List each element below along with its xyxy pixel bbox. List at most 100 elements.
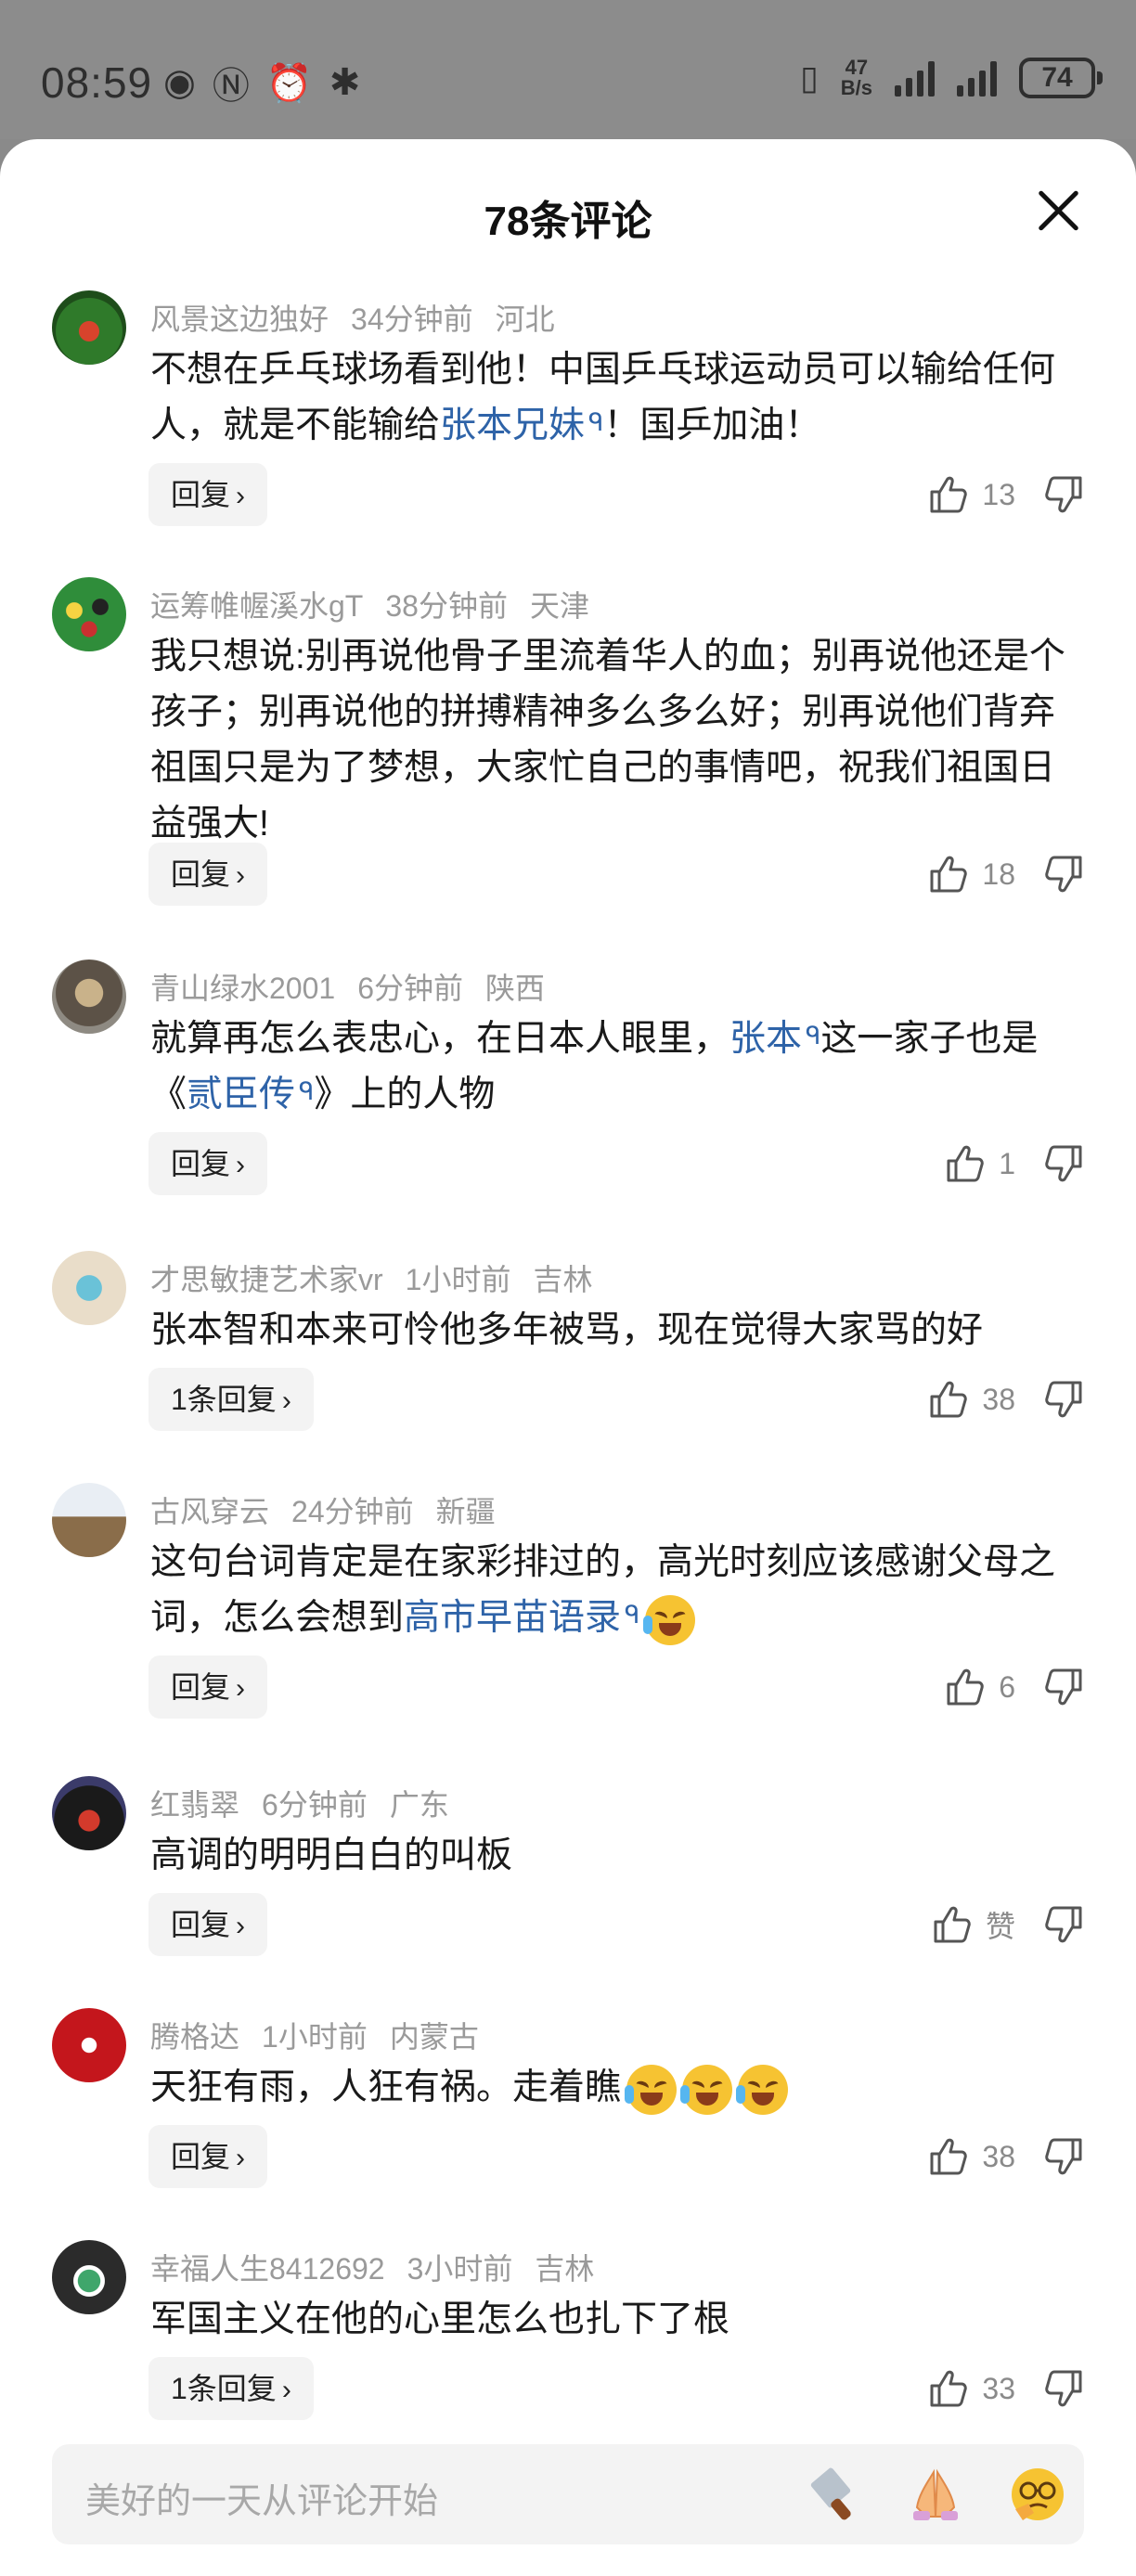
reply-button[interactable]: 1条回复 ›	[148, 2357, 314, 2420]
crying-laughing-emoji	[643, 1594, 696, 1645]
thumbs-down-icon[interactable]	[1043, 1379, 1084, 1420]
avatar[interactable]	[52, 960, 126, 1034]
comment-time: 6分钟前	[357, 972, 464, 1005]
like-count: 38	[982, 2139, 1015, 2173]
comment-text: 张本智和本来可怜他多年被骂，现在觉得大家骂的好	[150, 1310, 984, 1350]
comment-location: 天津	[529, 589, 589, 623]
thumbs-up-icon	[928, 854, 969, 895]
knife-emoji[interactable]	[804, 2465, 863, 2524]
like-button[interactable]: 38	[928, 2125, 1015, 2188]
thumbs-up-icon	[928, 2368, 969, 2409]
comment-text: 天狂有雨，人狂有祸。走着瞧	[150, 2060, 1088, 2116]
username[interactable]: 风景这边独好	[150, 303, 329, 336]
comment-time: 38分钟前	[385, 589, 508, 623]
like-count: 13	[982, 477, 1015, 511]
comment-time: 34分钟前	[351, 303, 473, 336]
pray-emoji[interactable]	[906, 2465, 965, 2524]
like-button[interactable]: 33	[928, 2357, 1015, 2420]
like-count: 38	[982, 1382, 1015, 1416]
like-button[interactable]: 18	[928, 843, 1015, 906]
reply-button[interactable]: 回复 ›	[148, 1132, 268, 1195]
like-button[interactable]: 38	[928, 1368, 1015, 1431]
search-link[interactable]: 张本兄妹	[440, 406, 585, 445]
nfc-icon: Ⓝ	[212, 66, 250, 107]
like-label: 赞	[985, 1910, 1015, 1943]
comment-location: 内蒙古	[389, 2020, 479, 2054]
thumbs-down-icon[interactable]	[1043, 1667, 1084, 1707]
username[interactable]: 青山绿水2001	[150, 972, 335, 1005]
thumbs-down-icon[interactable]	[1043, 474, 1084, 515]
signal-icon-2	[957, 59, 997, 97]
avatar[interactable]	[52, 1776, 126, 1850]
comment-meta: 风景这边独好 34分钟前 河北	[150, 296, 577, 339]
username[interactable]: 幸福人生8412692	[150, 2252, 385, 2286]
reply-button[interactable]: 1条回复 ›	[148, 1368, 314, 1431]
status-right-icons: ▯ 47 B/s 74	[800, 56, 1103, 99]
like-button[interactable]: 13	[928, 463, 1015, 526]
comment-time: 1小时前	[405, 1263, 511, 1296]
username[interactable]: 古风穿云	[150, 1495, 269, 1528]
comment-time: 3小时前	[407, 2252, 513, 2286]
comment-location: 河北	[495, 303, 555, 336]
thumbs-down-icon[interactable]	[1043, 2136, 1084, 2177]
avatar[interactable]	[52, 577, 126, 651]
comment-text: 军国主义在他的心里怎么也扎下了根	[150, 2299, 730, 2339]
comment-location: 新疆	[435, 1495, 496, 1528]
like-count: 6	[999, 1669, 1015, 1704]
thumbs-down-icon[interactable]	[1043, 2368, 1084, 2409]
search-icon: ᑫ	[806, 1022, 821, 1050]
thumbs-up-icon	[945, 1667, 986, 1707]
search-link[interactable]: 张本	[729, 1019, 802, 1059]
crying-laughing-emoji	[625, 2064, 678, 2115]
comment-meta: 幸福人生8412692 3小时前 吉林	[150, 2246, 616, 2288]
like-button[interactable]: 1	[945, 1132, 1015, 1195]
avatar[interactable]	[52, 1483, 126, 1557]
username[interactable]: 运筹帷幄溪水gT	[150, 589, 363, 623]
comment-meta: 古风穿云 24分钟前 新疆	[150, 1488, 518, 1531]
comment-text: 我只想说:别再说他骨子里流着华人的血；别再说他还是个孩子；别再说他的拼搏精神多么…	[150, 637, 1065, 844]
thumbs-down-icon[interactable]	[1043, 1904, 1084, 1945]
search-icon: ᑫ	[625, 1601, 640, 1629]
thumbs-down-icon[interactable]	[1043, 854, 1084, 895]
search-icon: ᑫ	[299, 1077, 315, 1105]
crying-laughing-emoji	[680, 2064, 733, 2115]
thinking-emoji[interactable]	[1008, 2465, 1067, 2524]
comment-time: 6分钟前	[262, 1788, 368, 1822]
comment-location: 吉林	[533, 1263, 593, 1296]
comment-time: 24分钟前	[291, 1495, 414, 1528]
comment-meta: 青山绿水2001 6分钟前 陕西	[150, 965, 567, 1008]
reply-button[interactable]: 回复 ›	[148, 843, 268, 906]
thumbs-down-icon[interactable]	[1043, 1143, 1084, 1184]
reply-button[interactable]: 回复 ›	[148, 1893, 268, 1956]
username[interactable]: 红翡翠	[150, 1788, 239, 1822]
like-count: 1	[999, 1146, 1015, 1180]
thumbs-up-icon	[928, 2136, 969, 2177]
comment-meta: 运筹帷幄溪水gT 38分钟前 天津	[150, 583, 612, 625]
reply-button[interactable]: 回复 ›	[148, 2125, 268, 2188]
username[interactable]: 腾格达	[150, 2020, 239, 2054]
comment-meta: 才思敏捷艺术家vr 1小时前 吉林	[150, 1256, 615, 1299]
avatar[interactable]	[52, 1251, 126, 1325]
search-link[interactable]: 高市早苗语录	[404, 1598, 621, 1638]
net-speed: 47 B/s	[840, 56, 872, 99]
reply-button[interactable]: 回复 ›	[148, 1655, 268, 1719]
avatar[interactable]	[52, 2008, 126, 2082]
thumbs-up-icon	[928, 474, 969, 515]
username[interactable]: 才思敏捷艺术家vr	[150, 1263, 383, 1296]
sheet-title: 78条评论	[484, 199, 652, 244]
like-button[interactable]: 赞	[932, 1893, 1015, 1956]
reply-button[interactable]: 回复 ›	[148, 463, 268, 526]
comment-meta: 红翡翠 6分钟前 广东	[150, 1782, 471, 1824]
comment-input-placeholder: 美好的一天从评论开始	[85, 2482, 439, 2521]
comment-input[interactable]: 美好的一天从评论开始	[52, 2444, 1084, 2544]
search-link[interactable]: 贰臣传	[187, 1075, 295, 1114]
alarm-icon: ⏰	[265, 62, 313, 104]
like-count: 33	[982, 2371, 1015, 2405]
avatar[interactable]	[52, 290, 126, 365]
battery-icon: 74	[1019, 58, 1103, 98]
close-icon[interactable]	[1036, 187, 1082, 234]
like-button[interactable]: 6	[945, 1655, 1015, 1719]
thumbs-up-icon	[928, 1379, 969, 1420]
comment-meta: 腾格达 1小时前 内蒙古	[150, 2014, 501, 2056]
avatar[interactable]	[52, 2240, 126, 2314]
